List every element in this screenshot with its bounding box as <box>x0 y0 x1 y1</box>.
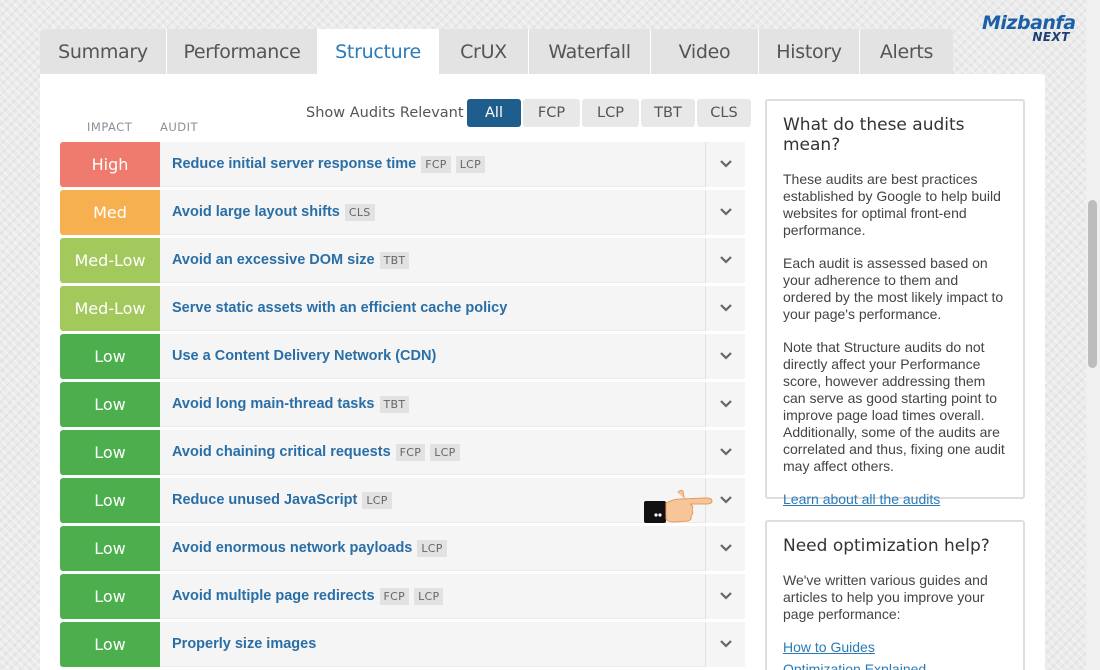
audit-row[interactable]: Med-Low Avoid an excessive DOM size TBT <box>60 237 745 283</box>
scrollbar-thumb[interactable] <box>1088 200 1097 368</box>
audit-row-body: Avoid enormous network payloads LCP <box>160 525 745 571</box>
metric-tag: TBT <box>379 395 410 413</box>
audit-row-body: Avoid an excessive DOM size TBT <box>160 237 745 283</box>
tab-history[interactable]: History <box>759 29 860 74</box>
optimization-help-box: Need optimization help? We've written va… <box>765 520 1025 670</box>
expand-chevron-icon[interactable] <box>705 525 745 571</box>
impact-badge: Low <box>60 574 160 619</box>
impact-badge: Med-Low <box>60 286 160 331</box>
audit-title[interactable]: Avoid multiple page redirects <box>172 588 375 604</box>
learn-audits-link[interactable]: Learn about all the audits <box>783 491 1007 507</box>
audit-row[interactable]: High Reduce initial server response time F… <box>60 141 745 187</box>
audit-title[interactable]: Properly size images <box>172 636 316 652</box>
metric-filter-group: All FCP LCP TBT CLS <box>467 99 751 127</box>
impact-badge: Low <box>60 430 160 475</box>
audit-title[interactable]: Serve static assets with an efficient ca… <box>172 300 507 316</box>
audit-row[interactable]: Low Avoid multiple page redirects FCP LCP <box>60 573 745 619</box>
expand-chevron-icon[interactable] <box>705 237 745 283</box>
audit-row[interactable]: Med Avoid large layout shifts CLS <box>60 189 745 235</box>
impact-badge: Med-Low <box>60 238 160 283</box>
tab-summary[interactable]: Summary <box>40 29 167 74</box>
audits-info-paragraph-1: These audits are best practices establis… <box>783 171 1001 238</box>
expand-chevron-icon[interactable] <box>705 333 745 379</box>
optimization-help-paragraph: We've written various guides and article… <box>783 572 988 622</box>
impact-badge: Low <box>60 478 160 523</box>
filter-lcp-button[interactable]: LCP <box>582 99 639 127</box>
audit-title[interactable]: Use a Content Delivery Network (CDN) <box>172 348 436 364</box>
audit-title[interactable]: Avoid enormous network payloads <box>172 540 412 556</box>
expand-chevron-icon[interactable] <box>705 573 745 619</box>
expand-chevron-icon[interactable] <box>705 429 745 475</box>
audit-column-header: AUDIT <box>160 120 199 134</box>
expand-chevron-icon[interactable] <box>705 621 745 667</box>
impact-badge: Low <box>60 382 160 427</box>
how-to-guides-link[interactable]: How to Guides <box>783 639 1007 655</box>
tab-alerts[interactable]: Alerts <box>860 29 953 74</box>
audit-title[interactable]: Reduce unused JavaScript <box>172 492 357 508</box>
audits-info-paragraph-2: Each audit is assessed based on your adh… <box>783 255 1004 322</box>
impact-badge: Med <box>60 190 160 235</box>
audit-row-body: Use a Content Delivery Network (CDN) <box>160 333 745 379</box>
audit-row[interactable]: Low Properly size images <box>60 621 745 667</box>
report-tabs: Summary Performance Structure CrUX Waterfall… <box>40 29 953 74</box>
mizbanfa-logo: Mizbanfa NEXT <box>982 12 1076 44</box>
impact-badge: Low <box>60 622 160 667</box>
audit-row-body: Avoid chaining critical requests FCP LCP <box>160 429 745 475</box>
tab-video[interactable]: Video <box>651 29 759 74</box>
impact-badge: Low <box>60 526 160 571</box>
audit-row-body: Avoid long main-thread tasks TBT <box>160 381 745 427</box>
metric-tag: LCP <box>417 539 447 557</box>
audit-title[interactable]: Avoid large layout shifts <box>172 204 340 220</box>
impact-badge: High <box>60 142 160 187</box>
expand-chevron-icon[interactable] <box>705 189 745 235</box>
audit-row[interactable]: Low Avoid enormous network payloads LCP <box>60 525 745 571</box>
metric-tag: FCP <box>395 443 426 461</box>
expand-chevron-icon[interactable] <box>705 381 745 427</box>
filter-all-button[interactable]: All <box>467 99 521 127</box>
metric-tag: LCP <box>455 155 486 173</box>
audit-row-body: Serve static assets with an efficient ca… <box>160 285 745 331</box>
expand-chevron-icon[interactable] <box>705 141 745 187</box>
audit-title[interactable]: Avoid chaining critical requests <box>172 444 391 460</box>
metric-tag: LCP <box>362 491 392 509</box>
audit-row-body: Properly size images <box>160 621 745 667</box>
tab-crux[interactable]: CrUX <box>439 29 529 74</box>
metric-tag: FCP <box>421 155 451 173</box>
tab-waterfall[interactable]: Waterfall <box>529 29 651 74</box>
pointing-hand-icon <box>644 489 713 523</box>
audits-info-paragraph-3: Note that Structure audits do not direct… <box>783 339 1005 474</box>
optimization-help-heading: Need optimization help? <box>783 536 990 556</box>
metric-tag: LCP <box>430 443 460 461</box>
metric-tag: TBT <box>379 251 410 269</box>
tab-performance[interactable]: Performance <box>167 29 318 74</box>
impact-badge: Low <box>60 334 160 379</box>
metric-tag: FCP <box>379 587 410 605</box>
expand-chevron-icon[interactable] <box>705 285 745 331</box>
metric-tag: LCP <box>414 587 444 605</box>
audit-row[interactable]: Low Avoid long main-thread tasks TBT <box>60 381 745 427</box>
filter-tbt-button[interactable]: TBT <box>641 99 695 127</box>
filter-cls-button[interactable]: CLS <box>697 99 751 127</box>
audit-title[interactable]: Avoid an excessive DOM size <box>172 252 375 268</box>
audit-row-body: Reduce initial server response time FCP LC… <box>160 141 745 187</box>
impact-column-header: IMPACT <box>87 120 133 134</box>
audit-row[interactable]: Low Reduce unused JavaScript LCP <box>60 477 745 523</box>
audit-row[interactable]: Low Use a Content Delivery Network (CDN) <box>60 333 745 379</box>
filter-fcp-button[interactable]: FCP <box>523 99 580 127</box>
audit-row-body: Avoid large layout shifts CLS <box>160 189 745 235</box>
audit-row-body: Avoid multiple page redirects FCP LCP <box>160 573 745 619</box>
tab-structure[interactable]: Structure <box>318 29 439 74</box>
audits-info-box: What do these audits mean? These audits … <box>765 99 1025 507</box>
optimization-explained-link[interactable]: Optimization Explained <box>783 661 1007 670</box>
audit-title[interactable]: Avoid long main-thread tasks <box>172 396 375 412</box>
audits-info-heading: What do these audits mean? <box>783 115 965 155</box>
audit-title[interactable]: Reduce initial server response time <box>172 156 416 172</box>
audit-row[interactable]: Med-Low Serve static assets with an effic… <box>60 285 745 331</box>
metric-tag: CLS <box>344 203 375 221</box>
audit-row[interactable]: Low Avoid chaining critical requests FCP LC… <box>60 429 745 475</box>
logo-sub: NEXT <box>1032 30 1070 44</box>
filter-label: Show Audits Relevant to <box>306 105 483 121</box>
